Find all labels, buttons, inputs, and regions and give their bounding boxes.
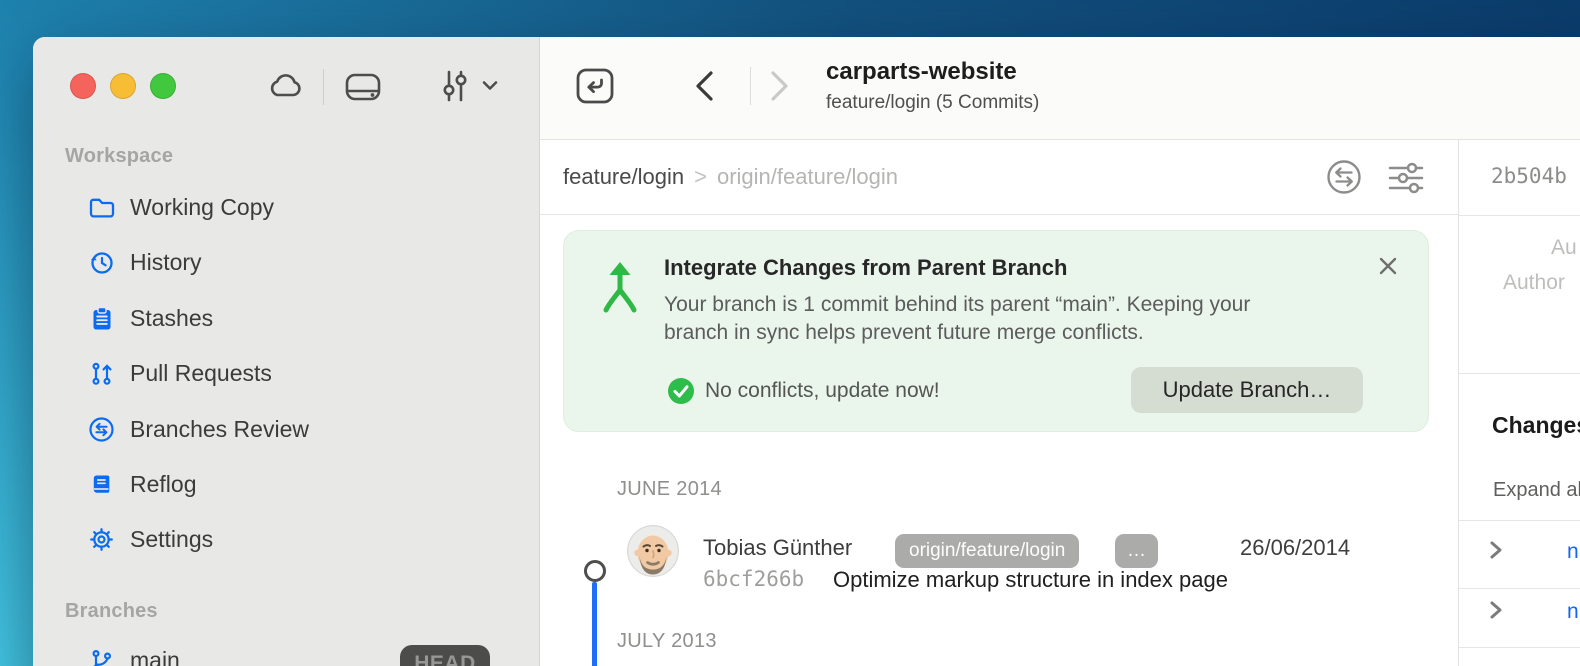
traffic-light-close[interactable] xyxy=(70,73,96,99)
app-window: Workspace Working Copy History Stashes P… xyxy=(33,37,1580,666)
clipboard-icon xyxy=(88,305,115,332)
sidebar-item-label: Pull Requests xyxy=(130,360,272,387)
sidebar-item-pull-requests[interactable]: Pull Requests xyxy=(88,349,488,397)
sidebar-item-label: Stashes xyxy=(130,305,213,332)
integrate-banner: Integrate Changes from Parent Branch You… xyxy=(563,230,1429,432)
sidebar-item-history[interactable]: History xyxy=(88,238,488,286)
commit-group-header: JULY 2013 xyxy=(617,630,717,653)
remote-branch-label[interactable]: origin/feature/login xyxy=(717,164,898,190)
divider xyxy=(1459,588,1580,589)
repo-title: carparts-website xyxy=(826,58,1017,86)
sidebar-item-branches-review[interactable]: Branches Review xyxy=(88,405,488,453)
current-branch-label[interactable]: feature/login xyxy=(563,164,684,190)
commit-hash: 6bcf266b xyxy=(703,567,804,591)
traffic-light-minimize[interactable] xyxy=(110,73,136,99)
chevron-right-icon xyxy=(766,91,792,106)
detail-author-value: Au xyxy=(1551,236,1577,260)
forward-button[interactable] xyxy=(766,69,792,106)
remote-ref-badge[interactable]: origin/feature/login xyxy=(895,534,1079,568)
compare-icon xyxy=(1325,184,1363,199)
avatar xyxy=(627,525,679,577)
banner-status-text: No conflicts, update now! xyxy=(705,379,940,403)
pull-request-icon xyxy=(88,360,115,387)
book-icon xyxy=(88,471,115,498)
chevron-right-icon[interactable] xyxy=(1486,599,1506,619)
banner-body-line2: branch in sync helps prevent future merg… xyxy=(664,319,1250,347)
sidebar-item-label: Settings xyxy=(130,526,213,553)
banner-title: Integrate Changes from Parent Branch xyxy=(664,255,1067,281)
changed-file-name[interactable]: n xyxy=(1567,600,1579,624)
commit-graph-line xyxy=(592,582,597,666)
divider xyxy=(1459,647,1580,648)
sidebar-item-label: main xyxy=(130,647,180,666)
update-branch-button[interactable]: Update Branch… xyxy=(1131,367,1363,413)
sidebar-item-settings[interactable]: Settings xyxy=(88,515,488,563)
local-device-button[interactable] xyxy=(344,72,382,105)
divider xyxy=(1459,215,1580,216)
branch-subtitle: feature/login (5 Commits) xyxy=(826,92,1039,114)
main-header: carparts-website feature/login (5 Commit… xyxy=(540,37,1580,140)
sidebar-item-reflog[interactable]: Reflog xyxy=(88,460,488,508)
filter-sliders-icon xyxy=(1386,183,1426,198)
sidebar-item-label: Working Copy xyxy=(130,194,274,221)
detail-author-label: Author xyxy=(1503,271,1565,295)
divider xyxy=(1459,520,1580,521)
cloud-button[interactable] xyxy=(267,73,303,102)
more-refs-badge[interactable]: … xyxy=(1115,534,1158,568)
nav-divider xyxy=(750,67,751,105)
commit-message: Optimize markup structure in index page xyxy=(833,567,1228,593)
chevron-right-icon[interactable] xyxy=(1486,539,1506,559)
close-banner-button[interactable] xyxy=(1374,253,1402,281)
commit-history-pane: Integrate Changes from Parent Branch You… xyxy=(540,215,1458,666)
branch-bar: feature/login > origin/feature/login xyxy=(540,140,1458,215)
commit-author: Tobias Günther xyxy=(703,535,852,561)
sidebar-item-label: History xyxy=(130,249,202,276)
branch-separator: > xyxy=(694,164,707,190)
changes-title: Changes xyxy=(1492,412,1580,439)
detail-commit-hash: 2b504b xyxy=(1491,164,1567,188)
sidebar: Workspace Working Copy History Stashes P… xyxy=(33,37,540,666)
filter-button[interactable] xyxy=(1386,161,1426,198)
commit-graph-node xyxy=(584,560,606,582)
sliders-icon xyxy=(440,91,474,106)
check-circle-icon xyxy=(667,377,695,410)
branches-section-header: Branches xyxy=(65,600,158,623)
folder-icon xyxy=(88,194,115,221)
expand-all-link[interactable]: Expand all xyxy=(1493,479,1580,502)
merge-arrow-icon xyxy=(597,247,643,334)
sidebar-item-stashes[interactable]: Stashes xyxy=(88,294,488,342)
sidebar-item-working-copy[interactable]: Working Copy xyxy=(88,183,488,231)
cloud-icon xyxy=(267,87,303,102)
close-icon xyxy=(1377,265,1399,280)
commit-detail-panel: 2b504b Au Author Changes Expand all n n xyxy=(1458,140,1580,666)
commit-date: 26/06/2014 xyxy=(1240,535,1350,561)
quick-actions-button[interactable] xyxy=(440,69,498,106)
repo-box-icon xyxy=(575,94,615,109)
banner-body-line1: Your branch is 1 commit behind its paren… xyxy=(664,291,1250,319)
sidebar-item-label: Reflog xyxy=(130,471,196,498)
workspace-section-header: Workspace xyxy=(65,145,173,168)
branch-icon xyxy=(88,647,115,666)
branches-review-icon xyxy=(88,416,115,443)
divider xyxy=(1459,373,1580,374)
repo-switcher-button[interactable] xyxy=(575,66,615,109)
compare-button[interactable] xyxy=(1325,158,1363,199)
traffic-light-zoom[interactable] xyxy=(150,73,176,99)
commit-group-header: JUNE 2014 xyxy=(617,478,722,501)
banner-body: Your branch is 1 commit behind its paren… xyxy=(664,291,1250,347)
changed-file-name[interactable]: n xyxy=(1567,540,1579,564)
chevron-left-icon xyxy=(692,91,718,106)
sidebar-item-label: Branches Review xyxy=(130,416,309,443)
drive-icon xyxy=(344,90,382,105)
toolbar-divider xyxy=(323,69,324,105)
chevron-down-icon xyxy=(482,79,498,94)
gear-icon xyxy=(88,526,115,553)
history-icon xyxy=(88,249,115,276)
head-badge: HEAD xyxy=(400,645,490,666)
back-button[interactable] xyxy=(692,69,718,106)
